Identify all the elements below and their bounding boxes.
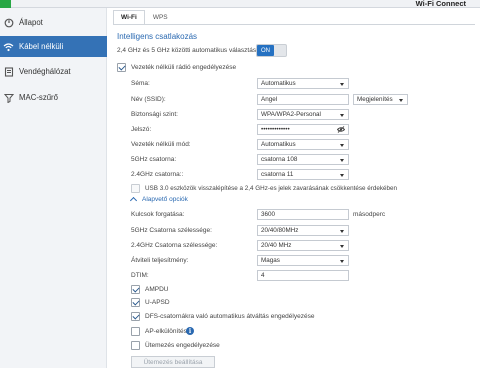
- basic-options-label: Alapvető opciók: [142, 196, 188, 203]
- key-rotation-label: Kulcsok forgatása:: [131, 211, 185, 218]
- schema-select[interactable]: Automatikus: [257, 78, 349, 89]
- security-select[interactable]: WPA/WPA2-Personal: [257, 109, 349, 120]
- wifi-icon: [3, 41, 14, 52]
- sidebar-item-guest-network[interactable]: Vendéghálózat: [0, 61, 107, 82]
- password-value: •••••••••••••: [261, 126, 290, 133]
- enable-wireless-checkbox[interactable]: [117, 63, 126, 72]
- password-label: Jelszó:: [131, 126, 152, 133]
- ap-isolation-checkbox[interactable]: [131, 327, 140, 336]
- tx-power-select[interactable]: Magas: [257, 255, 349, 266]
- bandwidth-5ghz-label: 5GHz Csatorna szélessége:: [131, 227, 212, 234]
- status-icon: [3, 17, 14, 28]
- ssid-input[interactable]: Angel: [257, 94, 349, 105]
- wireless-mode-label: Vezeték nélküli mód:: [131, 141, 191, 148]
- ssid-label: Név (SSID):: [131, 96, 166, 103]
- sidebar-item-status[interactable]: Állapot: [0, 12, 107, 33]
- bandwidth-24ghz-label: 2.4GHz Csatorna szélessége:: [131, 242, 218, 249]
- schedule-settings-button[interactable]: Ütemezés beállítása: [131, 356, 215, 368]
- tab-wifi[interactable]: Wi-Fi: [113, 10, 145, 25]
- eye-icon[interactable]: [336, 126, 346, 133]
- usb3-checkbox[interactable]: [131, 184, 140, 193]
- sidebar-item-label: Kábel nélküli: [19, 42, 64, 51]
- dtim-input[interactable]: 4: [257, 270, 349, 281]
- enable-wireless-label: Vezeték nélküli rádió engedélyezése: [131, 64, 237, 71]
- usb3-label: USB 3.0 eszközök visszalépítése a 2,4 GH…: [145, 185, 398, 192]
- ampdu-checkbox[interactable]: [131, 285, 140, 294]
- dfs-label: DFS-csatornákra való automatikus átváltá…: [145, 313, 315, 320]
- bandwidth-5ghz-select[interactable]: 20/40/80MHz: [257, 225, 349, 236]
- sidebar-item-label: Vendéghálózat: [19, 67, 71, 76]
- uapsd-checkbox[interactable]: [131, 298, 140, 307]
- window-title: Wi-Fi Connect: [415, 0, 466, 8]
- bandwidth-24ghz-select[interactable]: 20/40 MHz: [257, 240, 349, 251]
- channel-5ghz-label: 5GHz csatorna:: [131, 156, 177, 163]
- ampdu-label: AMPDU: [145, 286, 169, 293]
- key-rotation-input[interactable]: 3600: [257, 209, 349, 220]
- tab-divider: [113, 24, 475, 25]
- mac-filter-icon: [3, 92, 14, 103]
- smart-connect-toggle[interactable]: ON: [256, 44, 287, 57]
- sidebar-item-mac-filter[interactable]: MAC-szűrő: [0, 87, 107, 108]
- basic-options-toggle[interactable]: Alapvető opciók: [129, 196, 188, 205]
- key-rotation-unit: másodperc: [353, 211, 386, 218]
- channel-24ghz-label: 2.4GHz csatorna::: [131, 171, 184, 178]
- wireless-mode-select[interactable]: Automatikus: [257, 139, 349, 150]
- guest-network-icon: [3, 66, 14, 77]
- tx-power-label: Átviteli teljesítmény:: [131, 257, 189, 264]
- app-icon: [0, 0, 11, 8]
- chevron-up-icon: [129, 196, 138, 205]
- dfs-checkbox[interactable]: [131, 312, 140, 321]
- auto-switch-label: 2,4 GHz és 5 GHz közötti automatikus vál…: [117, 47, 257, 54]
- channel-5ghz-select[interactable]: csatorna 108: [257, 154, 349, 165]
- sidebar-item-wireless[interactable]: Kábel nélküli: [0, 36, 107, 57]
- section-title-smart-connect: Intelligens csatlakozás: [117, 32, 198, 41]
- sidebar-item-label: Állapot: [19, 18, 43, 27]
- schedule-label: Ütemezés engedélyezése: [145, 342, 220, 349]
- schema-label: Séma:: [131, 80, 150, 87]
- toggle-on-label: ON: [257, 45, 274, 56]
- security-label: Biztonsági szint:: [131, 111, 178, 118]
- sidebar: Állapot Kábel nélküli Vendéghálózat MAC-…: [0, 8, 107, 368]
- sidebar-item-label: MAC-szűrő: [19, 93, 58, 102]
- tab-bar: Wi-Fi WPS: [113, 10, 176, 25]
- tab-wps[interactable]: WPS: [145, 10, 176, 25]
- schedule-checkbox[interactable]: [131, 341, 140, 350]
- password-input[interactable]: •••••••••••••: [257, 124, 349, 135]
- title-bar: Wi-Fi Connect: [0, 0, 480, 8]
- ssid-visibility-select[interactable]: Megjelenítés: [353, 94, 408, 105]
- info-icon[interactable]: i: [186, 327, 194, 335]
- dtim-label: DTIM:: [131, 272, 149, 279]
- uapsd-label: U-APSD: [145, 299, 170, 306]
- ap-isolation-label: AP-elkülönítés: [145, 328, 187, 335]
- channel-24ghz-select[interactable]: csatorna 11: [257, 169, 349, 180]
